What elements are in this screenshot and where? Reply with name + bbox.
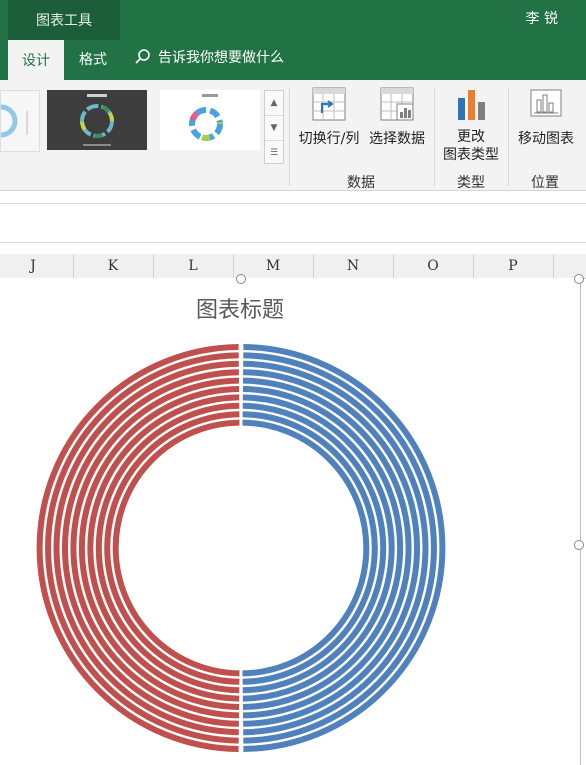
gallery-down-icon[interactable]: ▼ <box>265 116 283 141</box>
doughnut-thumb-icon <box>80 94 114 146</box>
select-data-icon <box>380 87 414 121</box>
gallery-more-icon[interactable]: ☰ <box>265 141 283 165</box>
chart-style-thumb[interactable] <box>160 90 260 150</box>
switch-row-column-icon <box>312 87 346 121</box>
column-header[interactable]: L <box>153 254 234 278</box>
doughnut-slice-blue[interactable] <box>242 411 378 685</box>
tell-me-box[interactable]: 告诉我你想要做什么 <box>134 47 284 67</box>
user-name[interactable]: 李 锐 <box>526 8 558 28</box>
column-header[interactable]: K <box>73 254 154 278</box>
column-header[interactable]: O <box>393 254 474 278</box>
move-chart-button[interactable]: 移动图表 <box>514 86 578 148</box>
doughnut-chart[interactable] <box>0 278 580 765</box>
column-header[interactable]: J <box>0 254 74 278</box>
title-bar: 图表工具 李 锐 设计 格式 告诉我你想要做什么 <box>0 0 586 80</box>
doughnut-thumb-icon <box>0 104 28 138</box>
gallery-up-icon[interactable]: ▲ <box>265 91 283 116</box>
chart-tools-header: 图表工具 <box>8 0 120 40</box>
column-headers: J K L M N O P <box>0 254 586 279</box>
doughnut-thumb-icon <box>189 94 223 141</box>
group-label-data: 数据 <box>347 175 375 191</box>
doughnut-slice-red[interactable] <box>112 419 240 677</box>
ribbon-separator <box>289 88 290 186</box>
change-chart-type-icon <box>458 90 485 120</box>
lightbulb-search-icon <box>135 49 150 64</box>
group-label-location: 位置 <box>531 175 559 191</box>
ribbon-separator <box>508 88 509 186</box>
gallery-scrollbar[interactable]: ▲ ▼ ☰ <box>264 90 284 164</box>
chart-style-thumb[interactable] <box>0 90 40 152</box>
move-chart-label: 移动图表 <box>518 131 574 147</box>
doughnut-slice-blue[interactable] <box>242 419 370 677</box>
chart-style-gallery: ▲ ▼ ☰ <box>0 86 284 164</box>
formula-bar[interactable] <box>0 203 586 243</box>
move-chart-icon <box>530 89 562 117</box>
change-chart-type-button[interactable]: 更改 图表类型 <box>440 86 502 164</box>
select-data-button[interactable]: 选择数据 <box>366 86 428 148</box>
resize-handle-top[interactable] <box>236 274 246 284</box>
switch-row-column-button[interactable]: 切换行/列 <box>296 86 362 148</box>
chart-area[interactable]: 图表标题 <box>0 274 584 765</box>
doughnut-slice-red[interactable] <box>104 411 240 685</box>
ribbon-separator <box>434 88 435 186</box>
group-label-type: 类型 <box>457 175 485 191</box>
change-chart-type-label-2: 图表类型 <box>443 147 499 163</box>
column-header[interactable]: N <box>313 254 394 278</box>
switch-row-column-label: 切换行/列 <box>298 131 360 147</box>
tell-me-text: 告诉我你想要做什么 <box>158 50 284 66</box>
change-chart-type-label-1: 更改 <box>457 129 485 145</box>
tab-design[interactable]: 设计 <box>8 40 64 80</box>
resize-handle-right[interactable] <box>574 540 584 550</box>
resize-handle-top-right[interactable] <box>574 274 584 284</box>
ribbon: ▲ ▼ ☰ 切换行/列 选择数据 更改 图表类型 移动图表 数据 类型 位置 <box>0 80 586 191</box>
tab-format[interactable]: 格式 <box>64 40 122 78</box>
column-header[interactable]: M <box>233 254 314 278</box>
column-header[interactable]: P <box>473 254 554 278</box>
chart-style-thumb[interactable] <box>47 90 147 150</box>
select-data-label: 选择数据 <box>369 131 425 147</box>
